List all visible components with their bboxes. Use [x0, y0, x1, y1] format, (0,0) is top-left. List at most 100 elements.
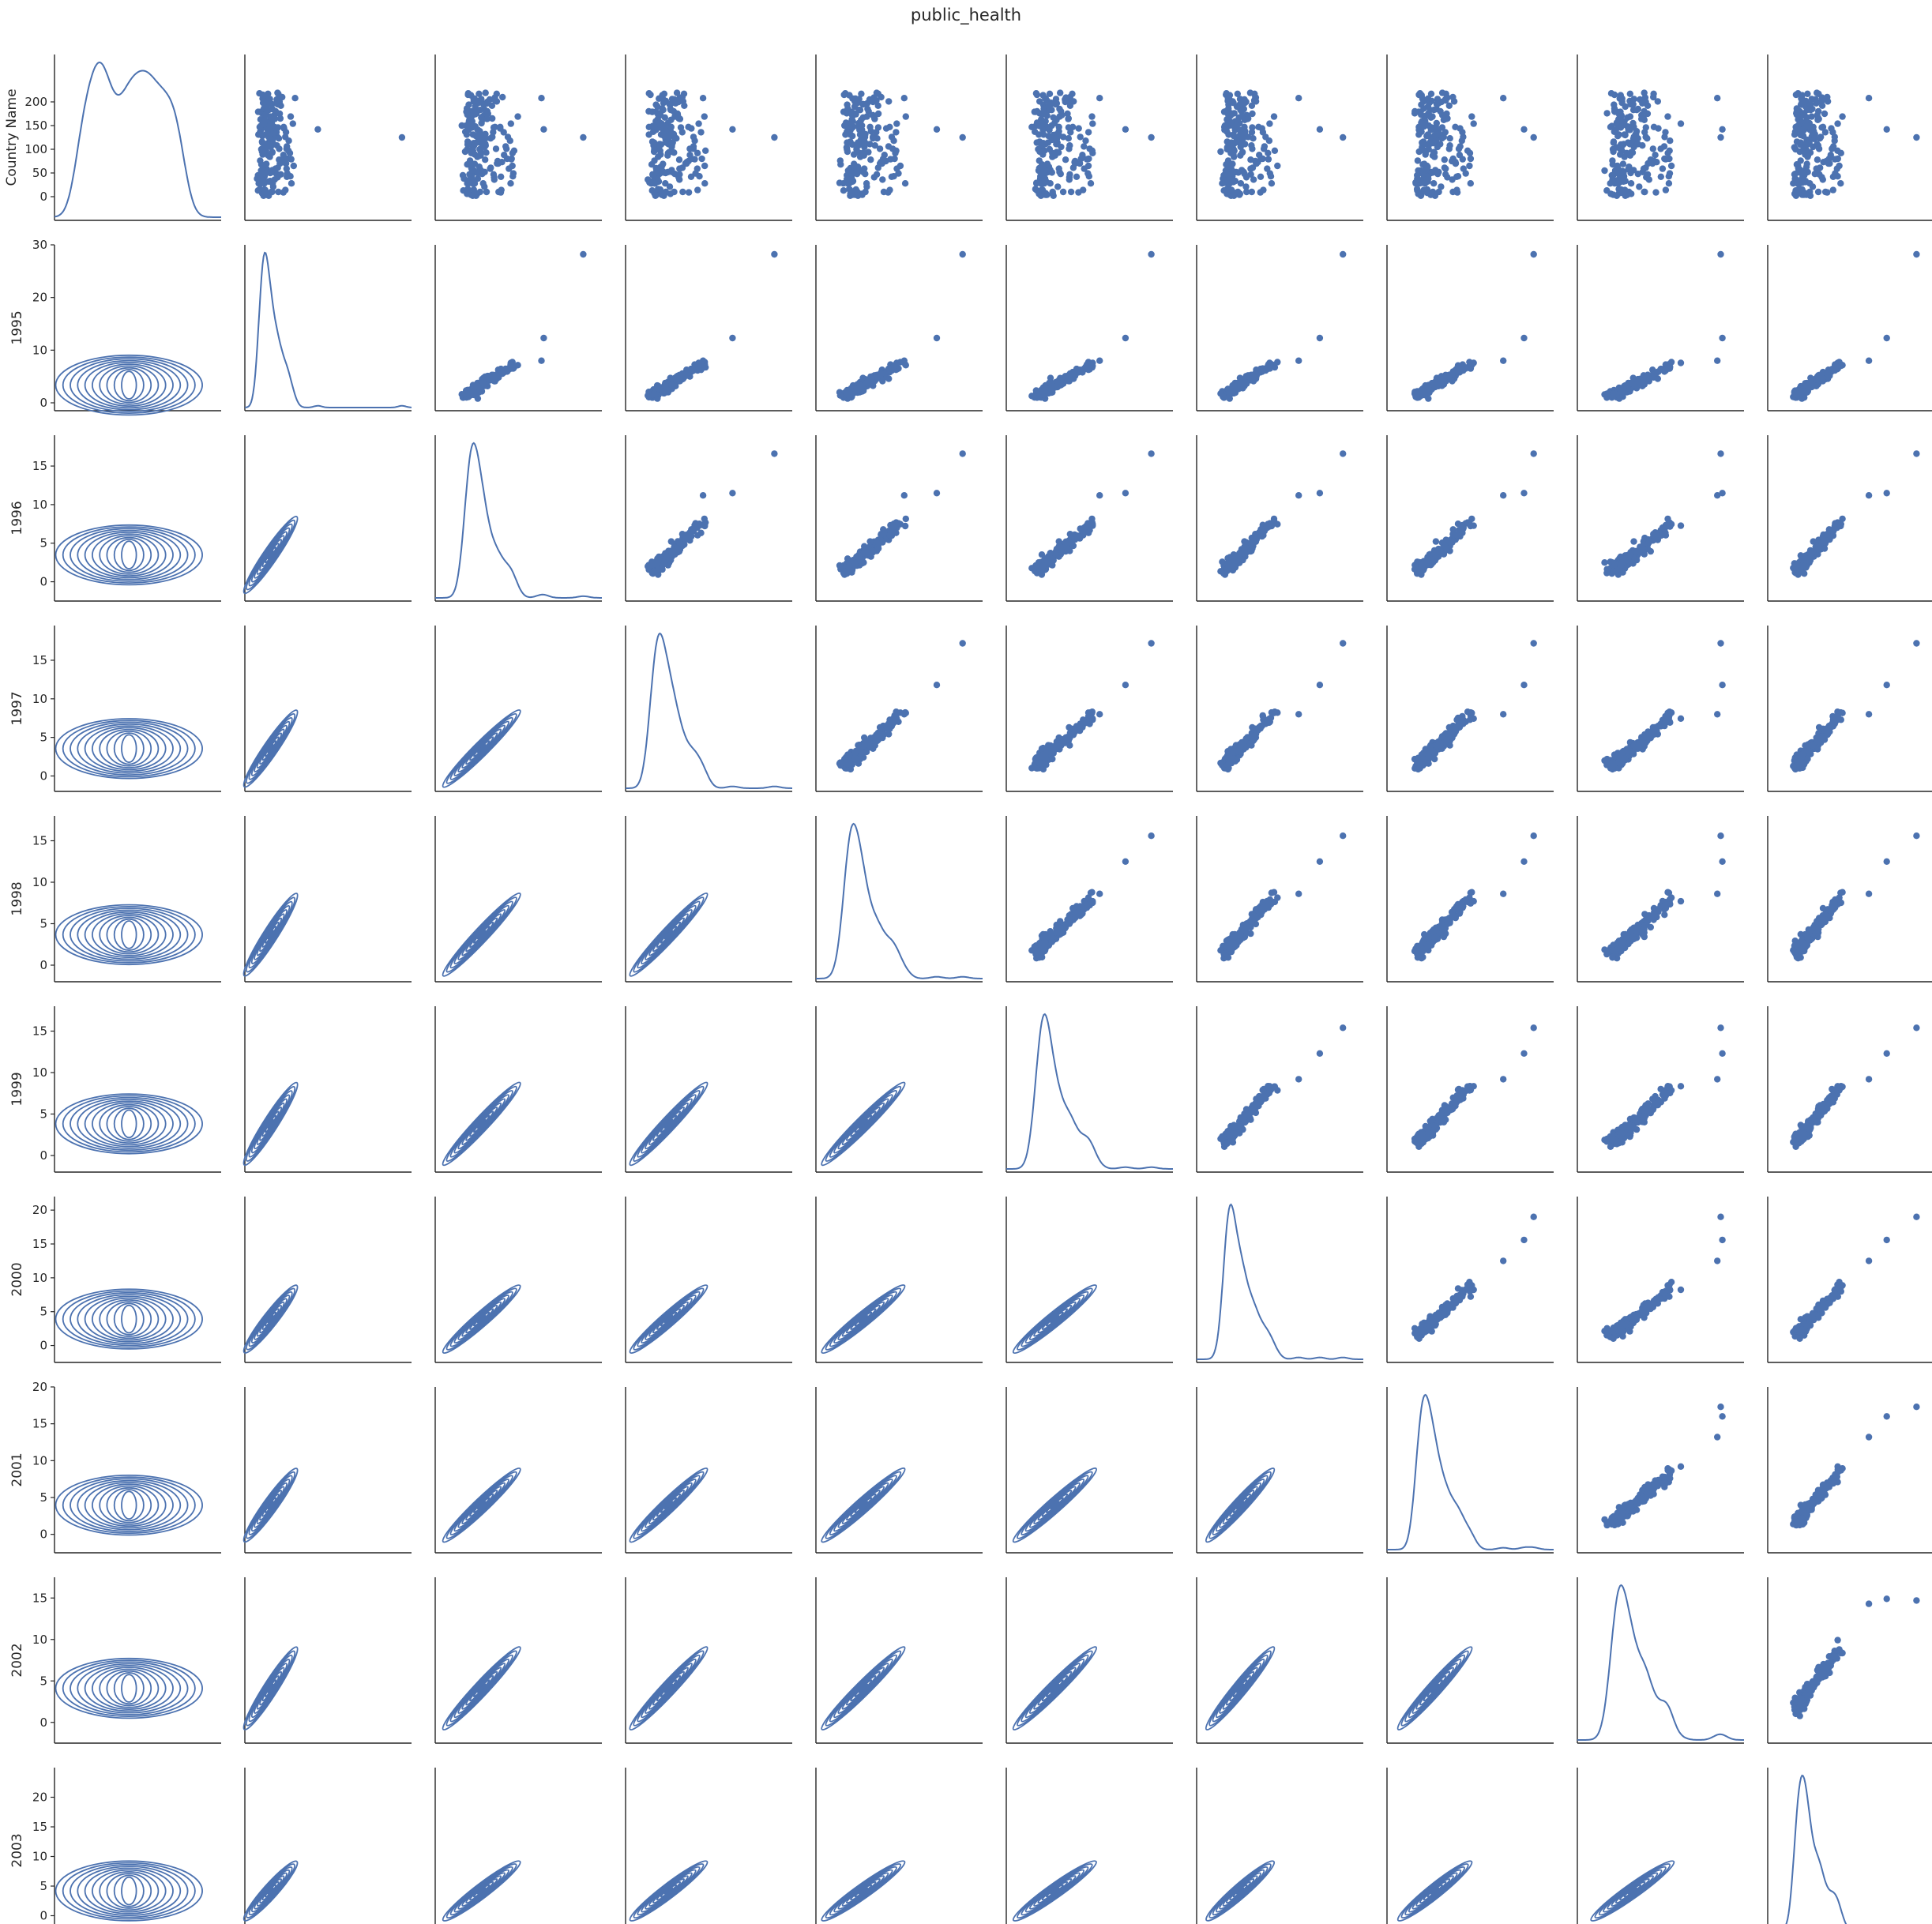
scatter-point — [650, 568, 658, 575]
scatter-point — [1719, 334, 1726, 342]
scatter-point — [771, 133, 778, 141]
scatter-point — [1033, 91, 1041, 99]
scatter-point — [879, 176, 886, 183]
scatter-point — [1630, 96, 1637, 103]
scatter-point — [1803, 160, 1810, 167]
scatter-point — [468, 92, 475, 99]
scatter-point — [959, 250, 966, 258]
scatter-point — [859, 114, 866, 121]
scatter-point — [701, 113, 708, 120]
scatter-point — [1237, 152, 1244, 159]
scatter-point — [1430, 180, 1438, 187]
scatter-point — [1430, 550, 1438, 557]
scatter-point — [504, 133, 512, 141]
scatter-point — [836, 759, 844, 766]
scatter-point — [276, 160, 284, 167]
scatter-point — [258, 148, 265, 156]
scatter-point — [664, 149, 671, 156]
scatter-point — [280, 123, 288, 130]
scatter-point — [491, 176, 498, 183]
scatter-point — [1837, 149, 1844, 156]
scatter-point — [1249, 545, 1256, 552]
scatter-point — [659, 388, 666, 395]
scatter-point — [859, 122, 866, 130]
scatter-point — [497, 123, 504, 130]
scatter-point — [479, 180, 487, 187]
scatter-point — [1438, 135, 1445, 142]
scatter-point — [844, 148, 851, 156]
pairplot-panels: 050100150200Country Name0102030199505101… — [4, 54, 1932, 1924]
scatter-point — [1423, 190, 1431, 197]
scatter-point — [280, 152, 287, 159]
scatter-point — [1316, 126, 1324, 133]
scatter-point — [1813, 100, 1820, 107]
scatter-point — [1824, 93, 1831, 101]
kde-contour — [121, 734, 137, 764]
scatter-point — [1225, 142, 1233, 149]
scatter-point — [863, 100, 871, 107]
scatter-point — [679, 188, 686, 196]
scatter-point — [866, 538, 874, 545]
scatter-point — [1268, 180, 1276, 187]
scatter-point — [1717, 133, 1724, 141]
scatter-point — [852, 111, 859, 118]
scatter-point — [933, 490, 941, 497]
scatter-point — [886, 532, 893, 539]
scatter-point — [1883, 126, 1890, 133]
scatter-point — [1122, 334, 1130, 342]
scatter-point — [879, 539, 886, 546]
scatter-point — [863, 180, 870, 187]
scatter-point — [1077, 525, 1084, 532]
scatter-point — [1055, 538, 1062, 545]
scatter-point — [861, 143, 868, 151]
scatter-point — [483, 188, 491, 196]
scatter-point — [859, 191, 866, 198]
scatter-point — [1644, 160, 1652, 167]
y-tick-label: 50 — [32, 166, 47, 180]
scatter-point — [509, 170, 517, 177]
scatter-point — [699, 95, 707, 102]
scatter-point — [959, 450, 966, 457]
scatter-point — [580, 250, 587, 258]
scatter-point — [1662, 186, 1670, 194]
scatter-point — [852, 169, 859, 176]
scatter-point — [257, 180, 265, 187]
kde-contour — [121, 540, 137, 569]
panel-0-7 — [1386, 54, 1554, 221]
scatter-point — [1084, 162, 1092, 170]
scatter-point — [668, 381, 675, 389]
scatter-point — [481, 143, 488, 151]
scatter-point — [1077, 133, 1084, 141]
y-tick-label: 10 — [32, 498, 47, 512]
scatter-point — [878, 370, 885, 378]
scatter-point — [874, 124, 882, 131]
scatter-point — [1520, 490, 1528, 497]
scatter-point — [893, 708, 900, 716]
kde-contour — [113, 732, 145, 765]
scatter-point — [1438, 374, 1446, 381]
scatter-point — [1793, 138, 1801, 145]
y-tick-label: 0 — [39, 768, 47, 783]
scatter-point — [1049, 153, 1056, 160]
scatter-point — [1088, 515, 1096, 523]
scatter-point — [867, 156, 874, 163]
scatter-point — [1719, 126, 1726, 133]
scatter-point — [836, 562, 844, 570]
scatter-point — [1085, 155, 1092, 163]
panel-2-7 — [1386, 435, 1554, 602]
scatter-point — [661, 190, 669, 197]
scatter-point — [686, 152, 693, 159]
scatter-point — [1796, 120, 1803, 127]
scatter-point — [677, 124, 685, 131]
panel-2-4 — [815, 435, 983, 602]
scatter-point — [851, 162, 859, 170]
scatter-point — [1270, 113, 1278, 120]
scatter-point — [874, 110, 882, 118]
y-tick-label: 5 — [39, 536, 47, 551]
panel-1-7 — [1386, 245, 1554, 411]
scatter-point — [678, 93, 686, 101]
scatter-point — [651, 180, 659, 187]
scatter-point — [1714, 357, 1721, 364]
scatter-point — [1064, 110, 1071, 118]
scatter-point — [472, 190, 479, 197]
